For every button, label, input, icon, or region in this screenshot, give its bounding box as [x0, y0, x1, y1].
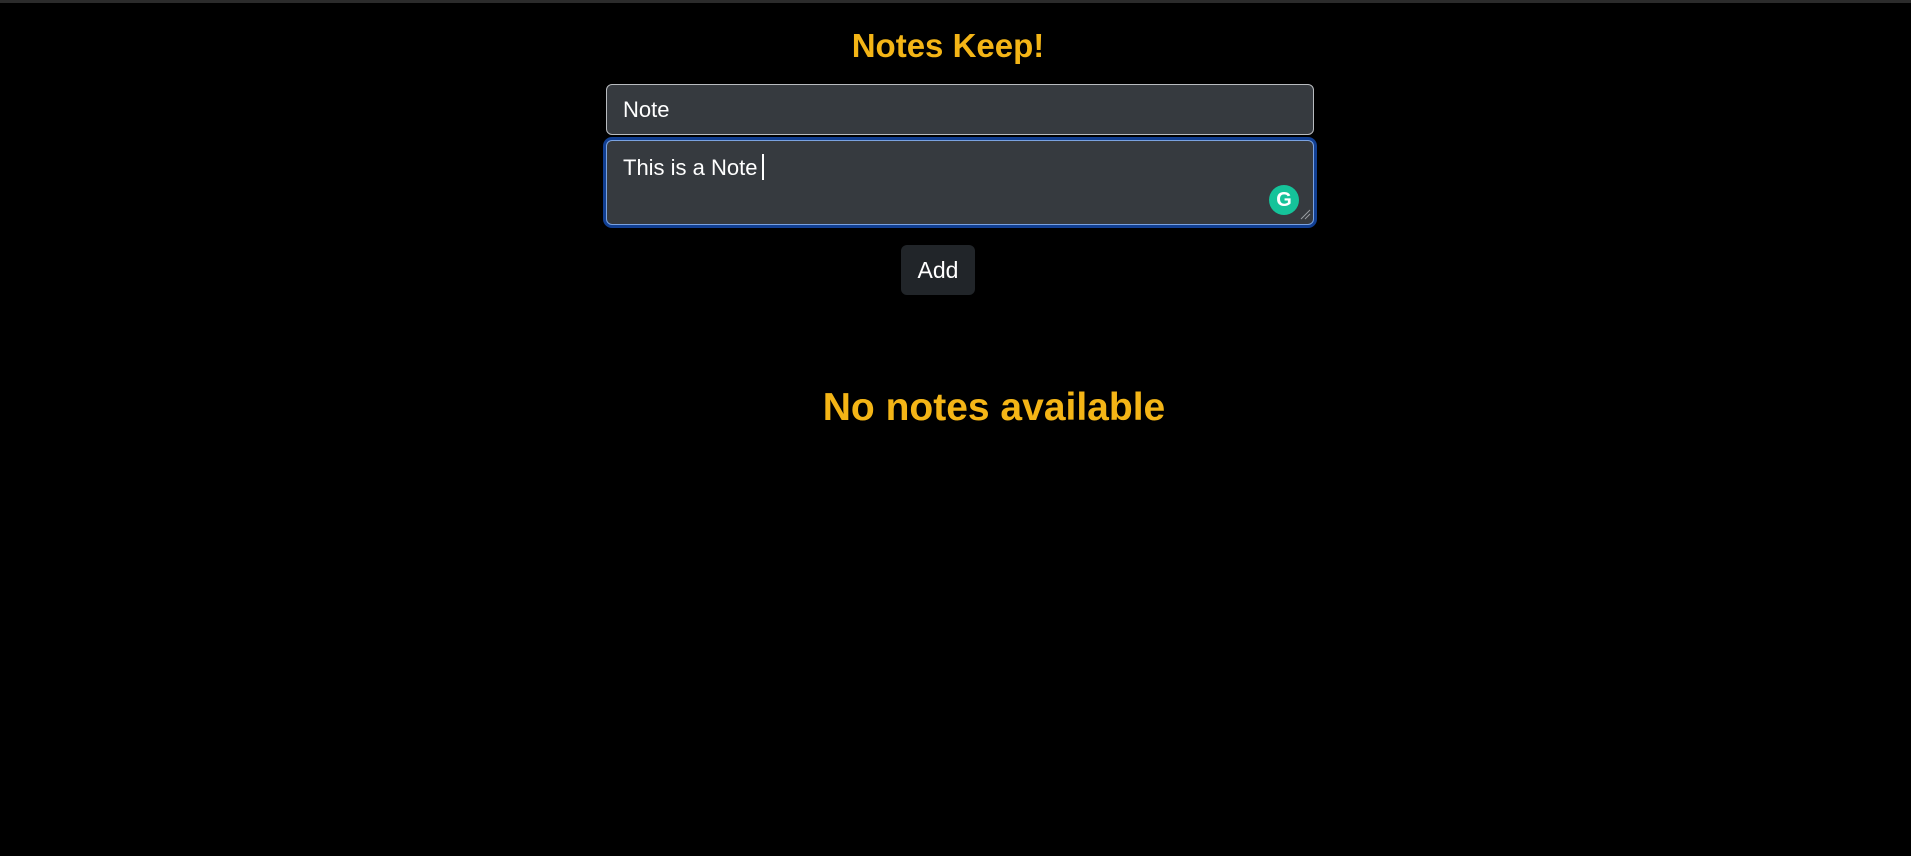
empty-notes-message: No notes available — [822, 386, 1166, 429]
note-body-text: This is a Note — [623, 155, 758, 180]
note-title-input[interactable]: Note — [606, 84, 1314, 135]
grammarly-icon[interactable]: G — [1269, 185, 1299, 215]
resize-handle-icon[interactable] — [1300, 209, 1311, 220]
text-caret — [761, 154, 764, 180]
note-body-textarea[interactable]: This is a Note — [606, 140, 1314, 225]
add-button[interactable]: Add — [901, 245, 975, 295]
page-title: Notes Keep! — [851, 27, 1045, 64]
top-border — [0, 0, 1911, 3]
